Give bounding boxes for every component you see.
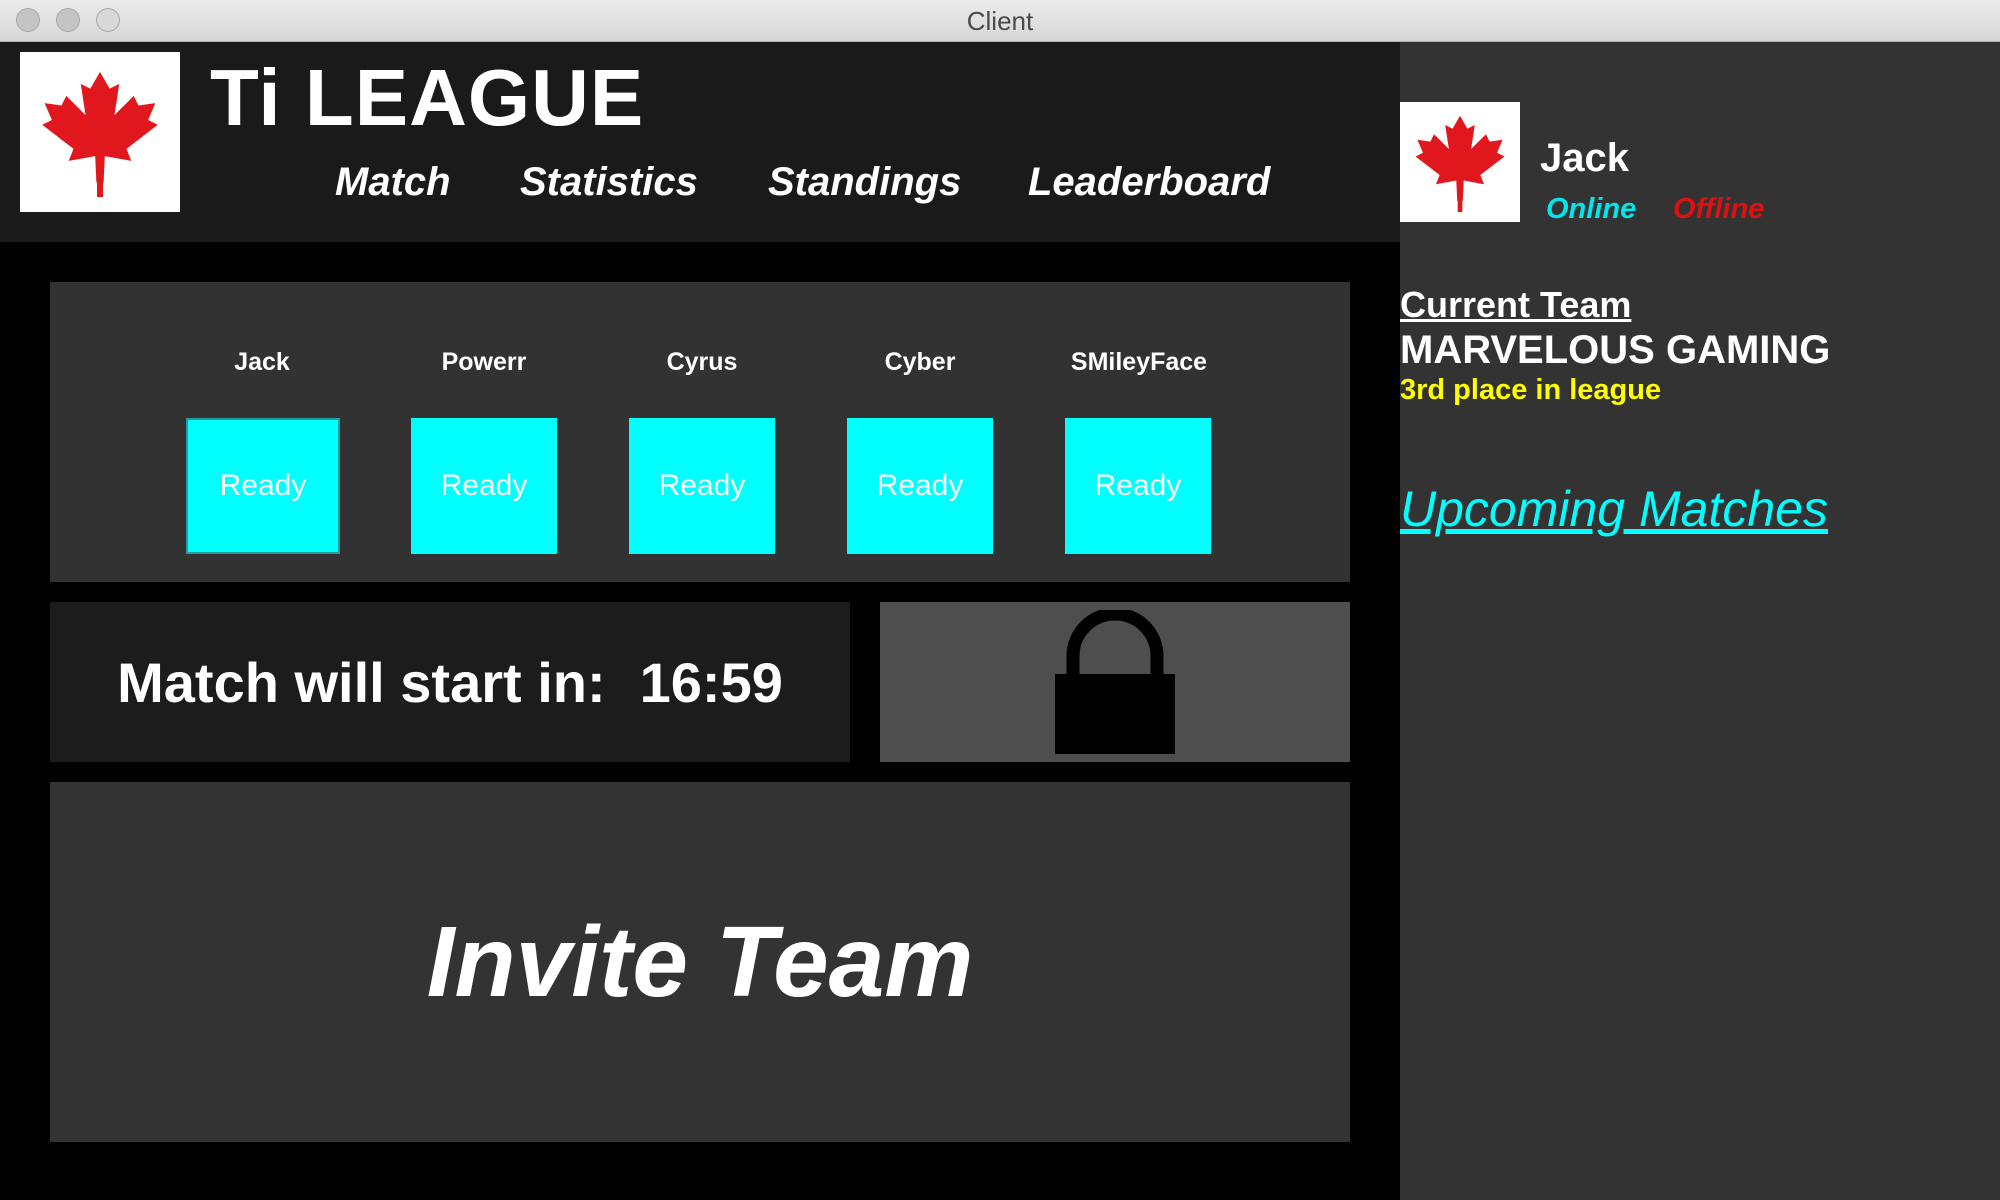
team-name: MARVELOUS GAMING <box>1400 328 1831 372</box>
player-name: SMileyFace <box>1070 348 1208 376</box>
window-titlebar: Client <box>0 0 2000 42</box>
match-countdown: Match will start in: 16:59 <box>50 602 850 762</box>
status-offline[interactable]: Offline <box>1673 193 1764 226</box>
current-team-heading: Current Team <box>1400 284 1632 325</box>
canada-flag-icon <box>20 52 180 212</box>
padlock-icon <box>1055 610 1175 754</box>
invite-team-button[interactable]: Invite Team <box>50 782 1350 1142</box>
ready-button[interactable]: Ready <box>847 418 993 554</box>
countdown-value: 16:59 <box>639 650 783 714</box>
ready-button[interactable]: Ready <box>1065 418 1211 554</box>
status-online[interactable]: Online <box>1546 193 1636 226</box>
team-place: 3rd place in league <box>1400 374 1662 406</box>
user-name: Jack <box>1540 136 1629 180</box>
ready-button[interactable]: Ready <box>629 418 775 554</box>
nav-match[interactable]: Match <box>335 160 451 205</box>
window-title: Client <box>966 6 1034 36</box>
canada-flag-icon <box>1415 115 1505 212</box>
app-title: Ti LEAGUE <box>210 53 645 142</box>
countdown-label: Match will start in: <box>117 650 606 714</box>
player-name: Cyrus <box>666 348 738 376</box>
avatar <box>1400 102 1520 222</box>
upcoming-matches-link[interactable]: Upcoming Matches <box>1400 480 1828 538</box>
ready-button[interactable]: Ready <box>186 418 340 554</box>
player-name: Jack <box>234 348 290 376</box>
player-name: Powerr <box>441 348 527 376</box>
ready-button[interactable]: Ready <box>411 418 557 554</box>
nav-statistics[interactable]: Statistics <box>520 160 698 205</box>
nav-leaderboard[interactable]: Leaderboard <box>1028 160 1270 205</box>
nav-standings[interactable]: Standings <box>768 160 961 205</box>
lock-panel[interactable] <box>880 602 1350 762</box>
player-name: Cyber <box>884 348 956 376</box>
